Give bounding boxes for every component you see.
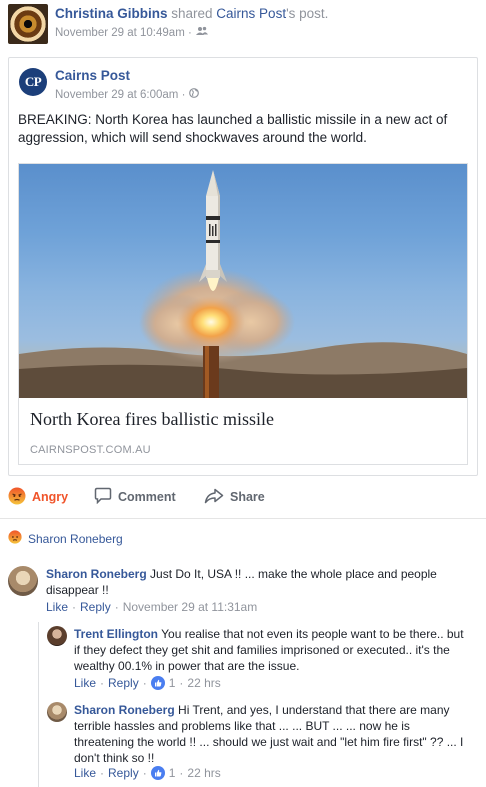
share-header: Christina Gibbins shared Cairns Post's p… [55,6,328,21]
post-timestamp[interactable]: November 29 at 6:00am · [55,89,185,101]
angry-label: Angry [32,490,69,504]
comment-actions: Like · Reply · November 29 at 11:31am [46,600,258,614]
link-title[interactable]: North Korea fires ballistic missile [30,409,274,430]
share-verb: shared [167,6,217,21]
link-domain: CAIRNSPOST.COM.AU [30,444,151,456]
like-link[interactable]: Like [46,600,68,614]
reply-actions: Like · Reply · 1 · 22 hrs [74,676,221,690]
globe-icon [189,88,200,101]
cairns-post-logo[interactable]: CP [19,68,47,96]
share-label: Share [230,490,265,504]
comment-text: Sharon Roneberg Just Do It, USA !! ... m… [46,566,466,598]
reply-link[interactable]: Reply [108,676,139,690]
share-timestamp[interactable]: November 29 at 10:49am · [55,27,192,39]
comment-button[interactable]: Comment [94,487,204,507]
share-icon [204,488,224,507]
sharer-name[interactable]: Christina Gibbins [55,6,168,21]
post-page-name[interactable]: Cairns Post [55,68,130,83]
reactor-name[interactable]: Sharon Roneberg [28,532,123,546]
like-badge-icon [150,766,165,780]
divider [0,518,486,519]
reply-time[interactable]: 22 hrs [187,676,220,690]
post-meta: November 29 at 6:00am · [55,88,200,101]
reply-thread-line [38,622,39,787]
comment-icon [94,487,112,507]
reply-link[interactable]: Reply [80,600,111,614]
like-count[interactable]: 1 [169,676,176,690]
avatar[interactable] [47,626,67,646]
reply-time[interactable]: 22 hrs [187,766,220,780]
angry-reaction-button[interactable]: Angry [8,487,90,508]
reply-author[interactable]: Sharon Roneberg [74,703,175,717]
like-badge-icon [150,676,165,690]
comment-time[interactable]: November 29 at 11:31am [123,600,258,614]
reply-link[interactable]: Reply [108,766,139,780]
reply-author[interactable]: Trent Ellington [74,627,158,641]
like-count[interactable]: 1 [169,766,176,780]
share-suffix: 's post. [286,6,329,21]
missile-launch-image[interactable] [19,164,467,398]
action-bar: Angry Comment Share [8,486,478,508]
avatar[interactable] [47,702,67,722]
angry-icon [8,530,22,547]
reaction-summary[interactable]: Sharon Roneberg [8,530,123,547]
post-text: BREAKING: North Korea has launched a bal… [18,112,448,145]
share-meta: November 29 at 10:49am · [55,26,208,39]
reply-actions: Like · Reply · 1 · 22 hrs [74,766,221,780]
sharer-avatar[interactable] [8,4,48,44]
comment-label: Comment [118,490,176,504]
shared-page-name[interactable]: Cairns Post [216,6,286,21]
like-link[interactable]: Like [74,766,96,780]
reply-text: Sharon Roneberg Hi Trent, and yes, I und… [74,702,466,766]
friends-icon[interactable] [195,26,208,39]
angry-icon [8,487,26,508]
comment-author[interactable]: Sharon Roneberg [46,567,147,581]
avatar[interactable] [8,566,38,596]
share-button[interactable]: Share [204,488,265,507]
reply-text: Trent Ellington You realise that not eve… [74,626,466,674]
like-link[interactable]: Like [74,676,96,690]
